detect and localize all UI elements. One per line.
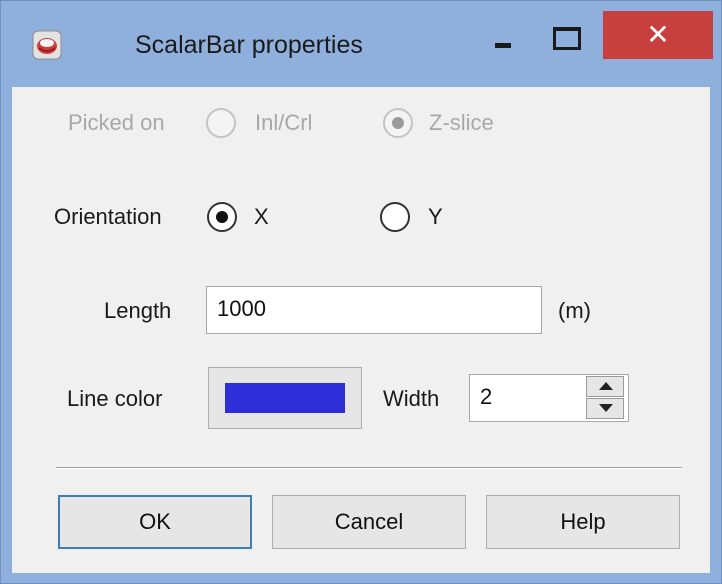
spin-up-icon[interactable] [586,376,624,397]
minimize-icon[interactable] [483,21,523,61]
close-button[interactable]: ✕ [603,11,713,59]
length-unit-label: (m) [558,298,591,323]
length-label: Length [104,298,172,323]
separator [56,467,682,469]
radio-z-slice-label: Z-slice [429,110,494,135]
radio-inl-crl[interactable] [206,108,236,138]
radio-orientation-x-label: X [254,204,269,229]
window-title: ScalarBar properties [135,31,363,59]
width-spinner [585,375,627,421]
radio-orientation-y[interactable] [380,202,410,232]
radio-selected-indicator [392,117,404,129]
radio-inl-crl-label: Inl/Crl [255,110,313,135]
app-logo-icon [32,30,62,60]
width-label: Width [383,386,440,411]
picked-on-label: Picked on [68,110,165,135]
spin-down-icon[interactable] [586,398,624,419]
line-color-swatch [225,383,345,413]
maximize-icon[interactable] [543,21,587,61]
width-value: 2 [480,384,493,409]
dialog-content: Picked on Inl/Crl Z-slice Orientation X … [12,87,710,573]
ok-button[interactable]: OK [58,495,252,549]
line-color-label: Line color [67,386,163,411]
radio-z-slice[interactable] [383,108,413,138]
radio-orientation-y-label: Y [428,204,443,229]
dialog-window: ScalarBar properties ✕ Picked on Inl/Crl… [0,0,722,584]
length-input[interactable]: 1000 [206,286,542,334]
radio-selected-indicator [216,211,228,223]
cancel-button[interactable]: Cancel [272,495,466,549]
line-color-button[interactable] [208,367,362,429]
title-bar[interactable]: ScalarBar properties ✕ [1,1,721,85]
orientation-label: Orientation [54,204,162,229]
close-icon: ✕ [646,18,670,51]
help-button[interactable]: Help [486,495,680,549]
radio-orientation-x[interactable] [207,202,237,232]
